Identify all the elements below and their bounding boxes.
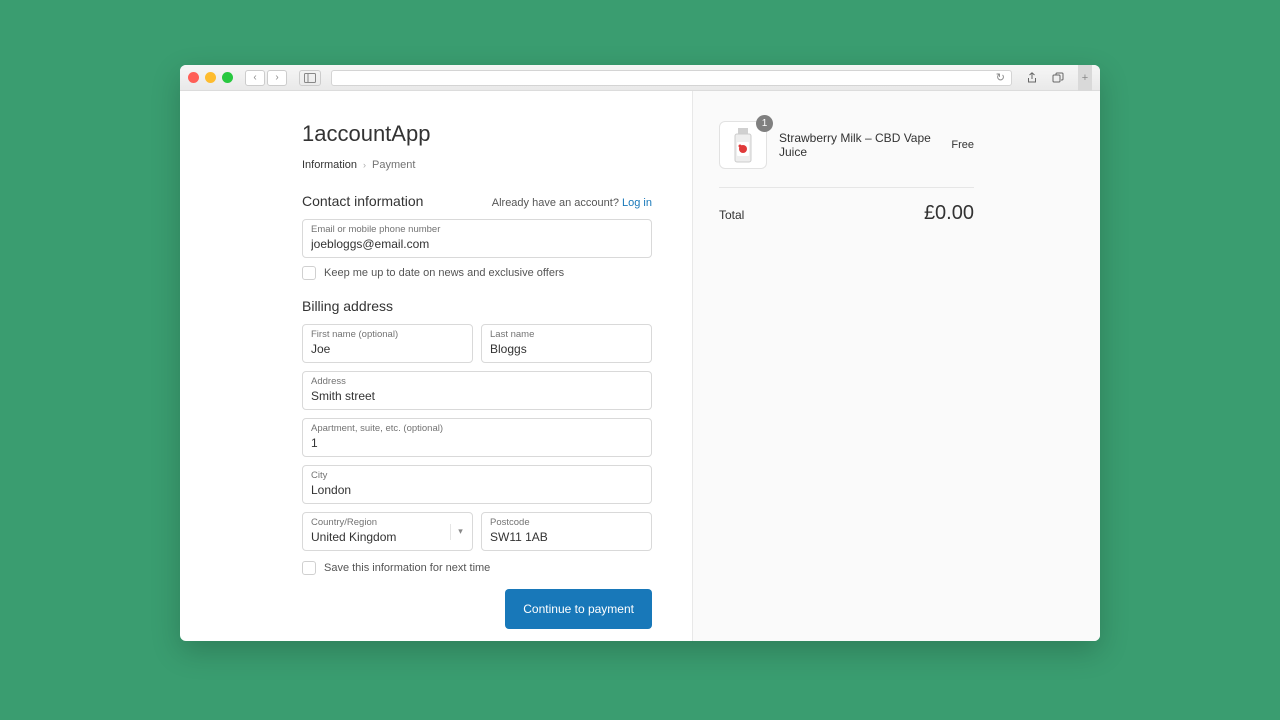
- share-icon: [1026, 72, 1038, 84]
- breadcrumb-information[interactable]: Information: [302, 159, 357, 171]
- chevron-right-icon: ›: [363, 160, 366, 170]
- share-button[interactable]: [1022, 70, 1042, 86]
- contact-heading: Contact information: [302, 193, 423, 209]
- new-tab-button[interactable]: +: [1078, 65, 1092, 91]
- cart-item: 1 Strawberry Milk – CBD Vape Juice Free: [719, 121, 974, 188]
- newsletter-checkbox[interactable]: [302, 266, 316, 280]
- forward-button[interactable]: ›: [267, 70, 287, 86]
- newsletter-label: Keep me up to date on news and exclusive…: [324, 267, 564, 279]
- titlebar: ‹ › ↻ +: [180, 65, 1100, 91]
- login-prompt: Already have an account? Log in: [492, 197, 652, 209]
- vape-bottle-icon: [728, 126, 758, 164]
- city-field[interactable]: City: [302, 465, 652, 504]
- lastname-input[interactable]: [490, 341, 643, 357]
- login-link[interactable]: Log in: [622, 197, 652, 209]
- quantity-badge: 1: [756, 115, 773, 132]
- address-input[interactable]: [311, 388, 643, 404]
- minimize-window-icon[interactable]: [205, 72, 216, 83]
- back-button[interactable]: ‹: [245, 70, 265, 86]
- total-value: £0.00: [924, 202, 974, 225]
- breadcrumb: Information › Payment: [302, 159, 652, 171]
- save-info-checkbox[interactable]: [302, 561, 316, 575]
- product-thumbnail: 1: [719, 121, 767, 169]
- window-controls: [188, 72, 233, 83]
- save-info-label: Save this information for next time: [324, 562, 490, 574]
- country-select[interactable]: [311, 529, 464, 545]
- billing-heading: Billing address: [302, 298, 652, 314]
- sidebar-icon: [304, 73, 316, 83]
- browser-window: ‹ › ↻ + 1accountApp Information › Paymen…: [180, 65, 1100, 641]
- close-window-icon[interactable]: [188, 72, 199, 83]
- order-summary: 1 Strawberry Milk – CBD Vape Juice Free …: [692, 91, 1100, 641]
- postcode-input[interactable]: [490, 529, 643, 545]
- product-name: Strawberry Milk – CBD Vape Juice: [779, 131, 939, 159]
- breadcrumb-payment: Payment: [372, 159, 415, 171]
- email-label: Email or mobile phone number: [311, 224, 643, 235]
- lastname-field[interactable]: Last name: [481, 324, 652, 363]
- address-bar[interactable]: ↻: [331, 70, 1012, 86]
- checkout-form: 1accountApp Information › Payment Contac…: [180, 91, 692, 641]
- fullscreen-window-icon[interactable]: [222, 72, 233, 83]
- firstname-field[interactable]: First name (optional): [302, 324, 473, 363]
- firstname-input[interactable]: [311, 341, 464, 357]
- apartment-input[interactable]: [311, 435, 643, 451]
- total-label: Total: [719, 208, 744, 222]
- apartment-field[interactable]: Apartment, suite, etc. (optional): [302, 418, 652, 457]
- city-input[interactable]: [311, 482, 643, 498]
- country-field[interactable]: Country/Region ▾: [302, 512, 473, 551]
- product-price: Free: [951, 139, 974, 151]
- continue-button[interactable]: Continue to payment: [505, 589, 652, 629]
- tabs-icon: [1052, 72, 1064, 84]
- email-field[interactable]: Email or mobile phone number: [302, 219, 652, 258]
- email-input[interactable]: [311, 236, 643, 252]
- chevron-down-icon: ▾: [450, 524, 466, 540]
- page-title: 1accountApp: [302, 121, 652, 147]
- tabs-button[interactable]: [1048, 70, 1068, 86]
- reload-icon[interactable]: ↻: [996, 71, 1005, 84]
- sidebar-toggle-button[interactable]: [299, 70, 321, 86]
- postcode-field[interactable]: Postcode: [481, 512, 652, 551]
- address-field[interactable]: Address: [302, 371, 652, 410]
